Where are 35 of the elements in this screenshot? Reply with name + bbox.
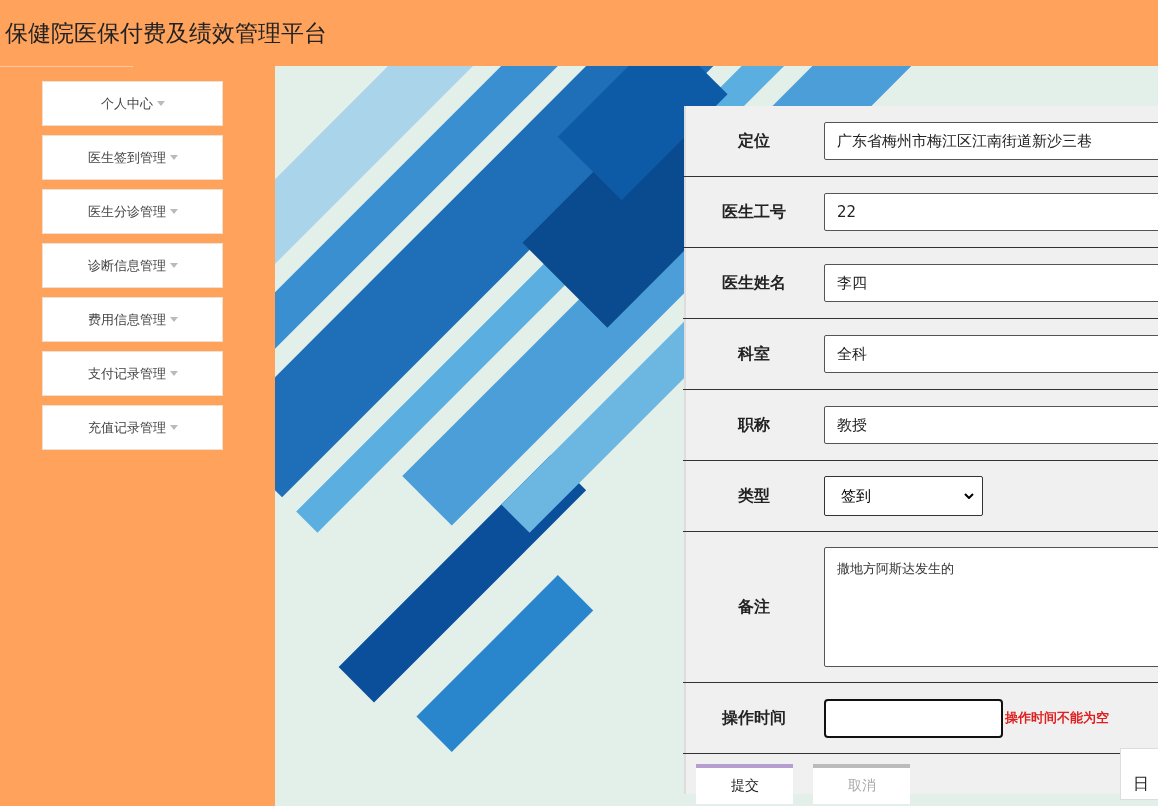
- remark-field[interactable]: 撒地方阿斯达发生的: [824, 547, 1158, 667]
- type-select[interactable]: 签到: [824, 476, 983, 516]
- text-field[interactable]: 全科: [824, 335, 1158, 373]
- field-label: 备注: [736, 596, 771, 618]
- field-label: 科室: [736, 343, 771, 365]
- menu-item[interactable]: 充值记录管理: [42, 405, 223, 450]
- caret-icon: [156, 101, 165, 106]
- menu-item[interactable]: 诊断信息管理: [42, 243, 223, 288]
- field-label: 医生姓名: [720, 272, 787, 294]
- field-label: 医生工号: [720, 201, 787, 223]
- text-field[interactable]: 教授: [824, 406, 1158, 444]
- menu-item[interactable]: 支付记录管理: [42, 351, 223, 396]
- date-field[interactable]: [824, 698, 1003, 738]
- text-field[interactable]: 22: [824, 193, 1158, 231]
- field-label: 类型: [736, 485, 771, 507]
- caret-icon: [169, 371, 178, 376]
- error-message: 操作时间不能为空: [1005, 709, 1109, 727]
- caret-icon: [169, 263, 178, 268]
- menu-item[interactable]: 医生分诊管理: [42, 189, 223, 234]
- field-label: 职称: [736, 414, 771, 436]
- caret-icon: [169, 209, 178, 214]
- chevron-down-icon: [964, 493, 974, 499]
- weekday-label: 日: [1133, 774, 1149, 795]
- menu-item[interactable]: 医生签到管理: [42, 135, 223, 180]
- field-label: 定位: [736, 130, 771, 152]
- menu-item[interactable]: 个人中心: [42, 81, 223, 126]
- menu-item[interactable]: 费用信息管理: [42, 297, 223, 342]
- text-field[interactable]: 广东省梅州市梅江区江南街道新沙三巷: [824, 122, 1158, 160]
- caret-icon: [169, 425, 178, 430]
- caret-icon: [169, 317, 178, 322]
- form-button[interactable]: 提交: [696, 764, 793, 804]
- caret-icon: [169, 155, 178, 160]
- site-title: 保健院医保付费及绩效管理平台: [5, 18, 327, 48]
- field-label: 操作时间: [720, 707, 787, 729]
- text-field[interactable]: 李四: [824, 264, 1158, 302]
